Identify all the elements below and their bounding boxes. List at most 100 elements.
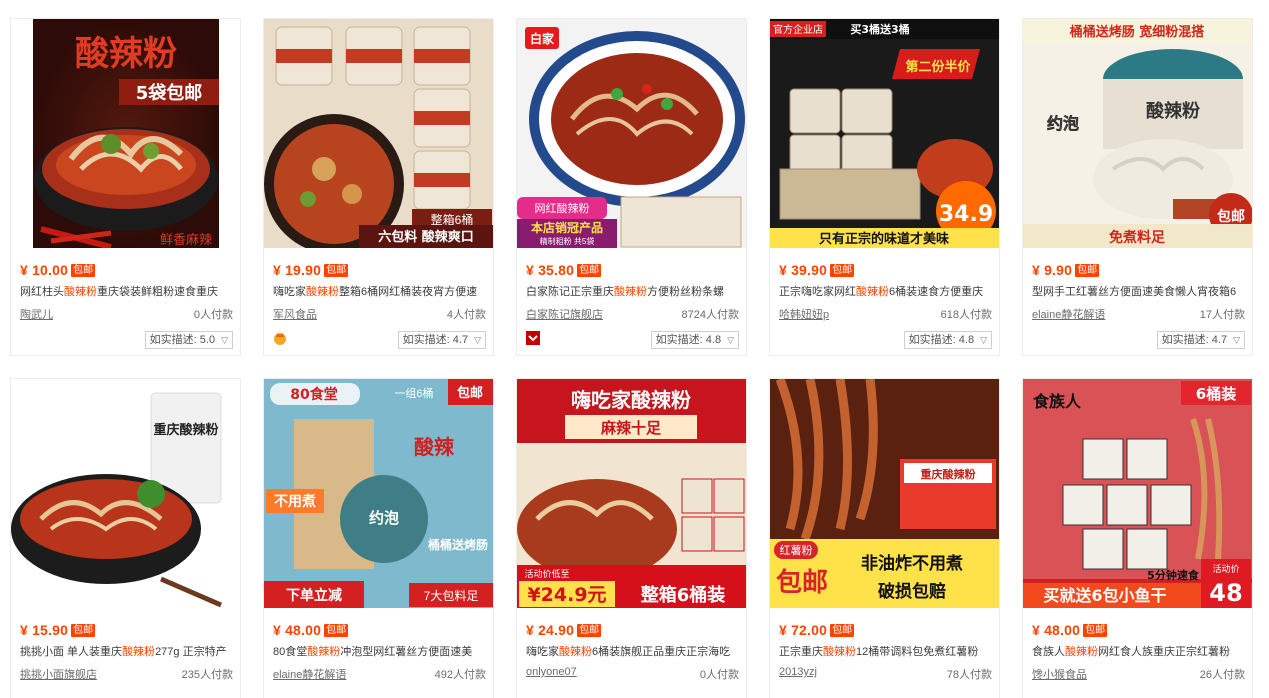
product-card[interactable]: 官方企业店 买3桶送3桶 第二份半价 34.9 只有正宗的味道才美味 ¥ 39.… (769, 18, 1000, 356)
title-text: 12桶带调料包免煮红薯粉 (856, 646, 979, 658)
title-keyword: 酸辣粉 (823, 646, 856, 658)
chevron-down-icon: ▽ (727, 335, 734, 345)
rating-dropdown[interactable]: 如实描述: 4.7 ▽ (1156, 331, 1245, 349)
image-text: 重庆酸辣粉 (921, 467, 976, 481)
paid-count: 618人付款 (940, 309, 992, 321)
product-card[interactable]: 整箱6桶 六包料 酸辣爽口 ¥ 19.90 包邮 嗨吃家酸辣粉整箱6桶网红桶装夜… (263, 18, 494, 356)
image-text: 鲜香麻辣 (160, 232, 212, 247)
product-image[interactable]: 重庆酸辣粉 (11, 379, 240, 608)
product-title[interactable]: 网红柱头酸辣粉重庆袋装鲜粗粉速食重庆 (20, 284, 235, 300)
rating-dropdown[interactable]: 如实描述: 5.0 ▽ (144, 331, 233, 349)
product-image[interactable]: 食族人 6桶装 5分钟速食 买就送6包小鱼干 活动价 48 (1023, 379, 1252, 608)
image-text: 买3桶送3桶 (850, 22, 909, 36)
product-title[interactable]: 80食堂酸辣粉冲泡型网红薯丝方便面速美 (273, 644, 488, 660)
shop-link[interactable]: 2013yzj (779, 666, 817, 678)
rating-score: 4.8 (958, 334, 975, 346)
free-shipping-badge: 包邮 (830, 263, 855, 277)
shop-link[interactable]: elaine静花解语 (1032, 306, 1105, 322)
image-text: 下单立减 (286, 587, 342, 604)
price: ¥ 9.90 (1032, 262, 1073, 278)
product-title[interactable]: 正宗重庆酸辣粉12桶带调料包免煮红薯粉 (779, 644, 994, 660)
paid-count: 8724人付款 (681, 309, 739, 321)
product-card[interactable]: 白家 网红酸辣粉 本店销冠产品 精制粗粉 共5袋 ¥ 35.80 包邮 白家陈记… (516, 18, 747, 356)
product-card[interactable]: 嗨吃家酸辣粉 麻辣十足 活动价低至 ¥24.9元 整箱6桶装 ¥ 24.90 包… (516, 378, 747, 698)
product-image[interactable]: 嗨吃家酸辣粉 麻辣十足 活动价低至 ¥24.9元 整箱6桶装 (517, 379, 746, 608)
image-text: 包邮 (776, 567, 828, 598)
image-text: 麻辣十足 (600, 419, 662, 437)
title-keyword: 酸辣粉 (122, 646, 156, 658)
shop-link[interactable]: elaine静花解语 (273, 666, 346, 682)
product-image[interactable]: 酸辣粉 5袋包邮 鲜香麻辣 (11, 19, 240, 248)
shop-link[interactable]: 馋小猴食品 (1032, 666, 1087, 682)
image-text: 48 (1209, 579, 1242, 607)
product-title[interactable]: 正宗嗨吃家网红酸辣粉6桶装速食方便重庆 (779, 284, 994, 300)
image-text: 约泡 (1047, 114, 1079, 133)
title-text: 正宗嗨吃家网红 (779, 286, 856, 298)
title-text: 重庆袋装鲜粗粉速食重庆 (97, 286, 218, 298)
product-card[interactable]: 80食堂 一组6桶 包邮 约泡 酸辣 不用煮 桶桶送烤肠 下单立减 7大包料足 … (263, 378, 494, 698)
rating-dropdown[interactable]: 如实描述: 4.8 ▽ (903, 331, 992, 349)
product-card[interactable]: 重庆酸辣粉 红薯粉 包邮 非油炸不用煮 破损包赔 ¥ 72.00 包邮 正宗重庆… (769, 378, 1000, 698)
price: ¥ 48.00 (273, 622, 322, 638)
product-title[interactable]: 嗨吃家酸辣粉6桶装旗舰正品重庆正宗海吃 (526, 644, 741, 660)
shop-link[interactable]: 哈韩妞妞p (779, 306, 829, 322)
product-card[interactable]: 食族人 6桶装 5分钟速食 买就送6包小鱼干 活动价 48 ¥ 48.00 包邮… (1022, 378, 1253, 698)
image-text: 7大包料足 (424, 589, 479, 603)
image-text: 包邮 (1217, 208, 1245, 225)
chevron-down-icon: ▽ (980, 335, 987, 345)
product-image[interactable]: 桶桶送烤肠 宽细粉混搭 酸辣粉 约泡 包邮 免煮料足 (1023, 19, 1252, 248)
image-text: 酸辣粉 (75, 34, 177, 74)
shop-link[interactable]: 军风食品 (273, 306, 317, 322)
title-text: 嗨吃家 (273, 286, 306, 298)
chevron-down-icon: ▽ (1233, 335, 1240, 345)
product-title[interactable]: 嗨吃家酸辣粉整箱6桶网红桶装夜宵方便速 (273, 284, 488, 300)
paid-count: 4人付款 (446, 309, 486, 321)
product-card[interactable]: 重庆酸辣粉 ¥ 15.90 包邮 挑挑小面 单人装重庆酸辣粉277g 正宗特产 … (10, 378, 241, 698)
product-title[interactable]: 白家陈记正宗重庆酸辣粉方便粉丝粉条螺 (526, 284, 741, 300)
chevron-down-icon: ▽ (474, 335, 481, 345)
shop-link[interactable]: onlyone07 (526, 666, 577, 678)
product-title[interactable]: 食族人酸辣粉网红食人族重庆正宗红薯粉 (1032, 644, 1247, 660)
price: ¥ 15.90 (20, 622, 69, 638)
shop-link[interactable]: 挑挑小面旗舰店 (20, 666, 97, 682)
image-text: 嗨吃家酸辣粉 (571, 388, 691, 412)
rating-label: 如实描述: (908, 334, 956, 346)
image-text: 免煮料足 (1109, 229, 1166, 246)
product-image[interactable]: 官方企业店 买3桶送3桶 第二份半价 34.9 只有正宗的味道才美味 (770, 19, 999, 248)
price: ¥ 24.90 (526, 622, 575, 638)
image-text: 重庆酸辣粉 (153, 422, 218, 438)
crown-icon (274, 333, 286, 345)
free-shipping-badge: 包邮 (324, 623, 349, 637)
paid-count: 492人付款 (434, 669, 486, 681)
price: ¥ 39.90 (779, 262, 828, 278)
title-text: 方便粉丝粉条螺 (647, 286, 724, 298)
product-card[interactable]: 酸辣粉 5袋包邮 鲜香麻辣 ¥ 10.00 包邮 网红柱头酸辣粉重庆袋装鲜粗粉速… (10, 18, 241, 356)
product-image[interactable]: 白家 网红酸辣粉 本店销冠产品 精制粗粉 共5袋 (517, 19, 746, 248)
paid-count: 0人付款 (699, 669, 739, 681)
rating-dropdown[interactable]: 如实描述: 4.7 ▽ (397, 331, 486, 349)
product-image[interactable]: 整箱6桶 六包料 酸辣爽口 (264, 19, 493, 248)
title-text: 277g 正宗特产 (155, 646, 227, 658)
title-text: 挑挑小面 单人装重庆 (20, 646, 123, 658)
title-keyword: 酸辣粉 (1065, 646, 1098, 658)
image-text: 34.9 (939, 202, 993, 227)
title-text: 嗨吃家 (526, 646, 559, 658)
free-shipping-badge: 包邮 (830, 623, 855, 637)
rating-score: 4.7 (1211, 334, 1228, 346)
title-text: 冲泡型网红薯丝方便面速美 (340, 646, 473, 658)
rating-dropdown[interactable]: 如实描述: 4.8 ▽ (650, 331, 739, 349)
product-image[interactable]: 重庆酸辣粉 红薯粉 包邮 非油炸不用煮 破损包赔 (770, 379, 999, 608)
product-title[interactable]: 挑挑小面 单人装重庆酸辣粉277g 正宗特产 (20, 644, 235, 660)
product-image[interactable]: 80食堂 一组6桶 包邮 约泡 酸辣 不用煮 桶桶送烤肠 下单立减 7大包料足 (264, 379, 493, 608)
chevron-down-icon: ▽ (221, 335, 228, 345)
product-card[interactable]: 桶桶送烤肠 宽细粉混搭 酸辣粉 约泡 包邮 免煮料足 ¥ 9.90 包邮 型网手… (1022, 18, 1253, 356)
shop-link[interactable]: 白家陈记旗舰店 (526, 306, 603, 322)
title-text: 白家陈记正宗重庆 (526, 286, 614, 298)
title-text: 食族人 (1032, 646, 1065, 658)
title-keyword: 酸辣粉 (307, 646, 341, 658)
shop-link[interactable]: 陶武儿 (20, 306, 53, 322)
product-title[interactable]: 型网手工红薯丝方便面速美食懒人宵夜箱6 (1032, 284, 1247, 300)
rating-label: 如实描述: (402, 334, 450, 346)
price: ¥ 48.00 (1032, 622, 1081, 638)
price: ¥ 72.00 (779, 622, 828, 638)
